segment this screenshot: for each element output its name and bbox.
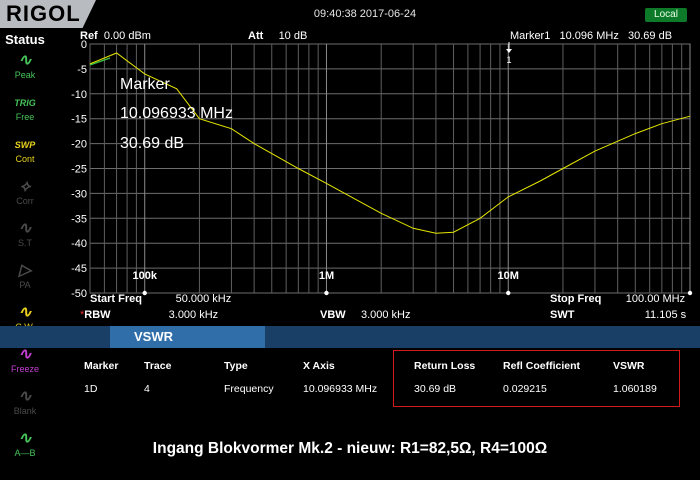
highlight-box <box>393 350 680 407</box>
sidebar-item-cont[interactable]: SWP Cont <box>4 136 46 176</box>
sidebar-item-pa[interactable]: ▷ PA <box>4 262 46 302</box>
cell-marker: 1D <box>84 383 98 395</box>
reference-trace-segment <box>89 57 111 66</box>
sidebar-item-label: Blank <box>13 406 37 416</box>
sidebar-item-label: Freeze <box>10 364 39 374</box>
reference-level: Ref 0.00 dBm <box>80 30 151 42</box>
cell-x-axis: 10.096933 MHz <box>303 383 378 395</box>
sidebar-item-label: Corr <box>16 196 34 206</box>
sidebar-item-label: Free <box>15 112 35 122</box>
title-bar: RIGOL 09:40:38 2017-06-24 Local <box>0 0 700 30</box>
spectrum-plot[interactable]: 0-5-10-15-20-25-30-35-40-45-50100k 1M 10M1… <box>50 30 700 326</box>
y-tick-label: -30 <box>71 188 87 200</box>
col-header-x-axis: X Axis <box>303 360 335 372</box>
decade-dot <box>687 290 693 296</box>
sidebar-item-freeze[interactable]: ∿ Freeze <box>4 346 46 386</box>
freeze-icon: ∿ <box>18 346 32 363</box>
decade-dot <box>324 290 329 296</box>
date-time: 09:40:38 2017-06-24 <box>313 8 417 20</box>
marker-number: 1 <box>506 55 511 65</box>
attenuation: Att 10 dB <box>248 30 308 42</box>
cw-icon: ∿ <box>18 304 32 321</box>
trig-icon: TRIG <box>14 98 36 108</box>
start-freq: Start Freq 50.000 kHz <box>90 293 232 305</box>
sidebar-item-label: S.T <box>17 238 32 248</box>
y-tick-label: -15 <box>71 114 87 126</box>
local-badge[interactable]: Local <box>645 8 687 22</box>
cell-trace: 4 <box>144 383 150 395</box>
x-decade-label: 1M <box>319 270 334 282</box>
cell-type: Frequency <box>224 383 274 395</box>
decade-dot <box>506 290 511 296</box>
swp-icon: SWP <box>14 140 36 150</box>
pa-icon: ▷ <box>18 262 32 279</box>
corr-icon: ⟡ <box>19 178 31 195</box>
wave-icon: ∿ <box>18 52 32 69</box>
marker-icon <box>506 49 512 53</box>
y-tick-label: -10 <box>71 89 87 101</box>
sidebar-item-peak[interactable]: ∿ Peak <box>4 52 46 92</box>
marker-overlay-text: 10.096933 MHz <box>120 105 233 122</box>
col-header-trace: Trace <box>144 360 172 372</box>
col-header-type: Type <box>224 360 248 372</box>
vswr-panel-bar: VSWR <box>0 326 700 348</box>
x-decade-label: 10M <box>498 270 519 282</box>
sidebar-item-corr[interactable]: ⟡ Corr <box>4 178 46 218</box>
sidebar-item-label: Peak <box>14 70 36 80</box>
sidebar-item-s-t[interactable]: ∿ S.T <box>4 220 46 260</box>
marker-readout: Marker1 10.096 MHz 30.69 dB <box>510 30 673 42</box>
sweep-time: SWT 11.105 s <box>550 309 687 321</box>
vswr-tab[interactable]: VSWR <box>110 326 265 348</box>
st-icon: ∿ <box>18 220 32 237</box>
y-tick-label: -20 <box>71 139 87 151</box>
y-tick-label: -45 <box>71 263 87 275</box>
marker-overlay-text: 30.69 dB <box>120 135 184 152</box>
marker-overlay-text: Marker <box>120 76 170 93</box>
sidebar-item-free[interactable]: TRIG Free <box>4 94 46 134</box>
y-tick-label: -5 <box>77 64 87 76</box>
vbw-setting: VBW 3.000 kHz <box>320 309 411 321</box>
y-tick-label: -25 <box>71 164 87 176</box>
caption: Ingang Blokvormer Mk.2 - nieuw: R1=82,5Ω… <box>152 440 548 457</box>
sidebar-item-label: Cont <box>15 154 35 164</box>
stop-freq: Stop Freq 100.00 MHz <box>550 293 686 305</box>
blank-icon: ∿ <box>18 388 32 405</box>
rbw-setting: *RBW 3.000 kHz <box>80 309 219 321</box>
col-header-marker: Marker <box>84 360 119 372</box>
y-tick-label: -40 <box>71 238 87 250</box>
sidebar-item-label: PA <box>19 280 31 290</box>
y-tick-label: -35 <box>71 213 87 225</box>
status-title: Status <box>5 32 45 47</box>
x-decade-label: 100k <box>132 270 157 282</box>
y-tick-label: -50 <box>71 288 87 300</box>
sidebar-item-blank[interactable]: ∿ Blank <box>4 388 46 428</box>
rigol-logo: RIGOL <box>0 0 96 28</box>
